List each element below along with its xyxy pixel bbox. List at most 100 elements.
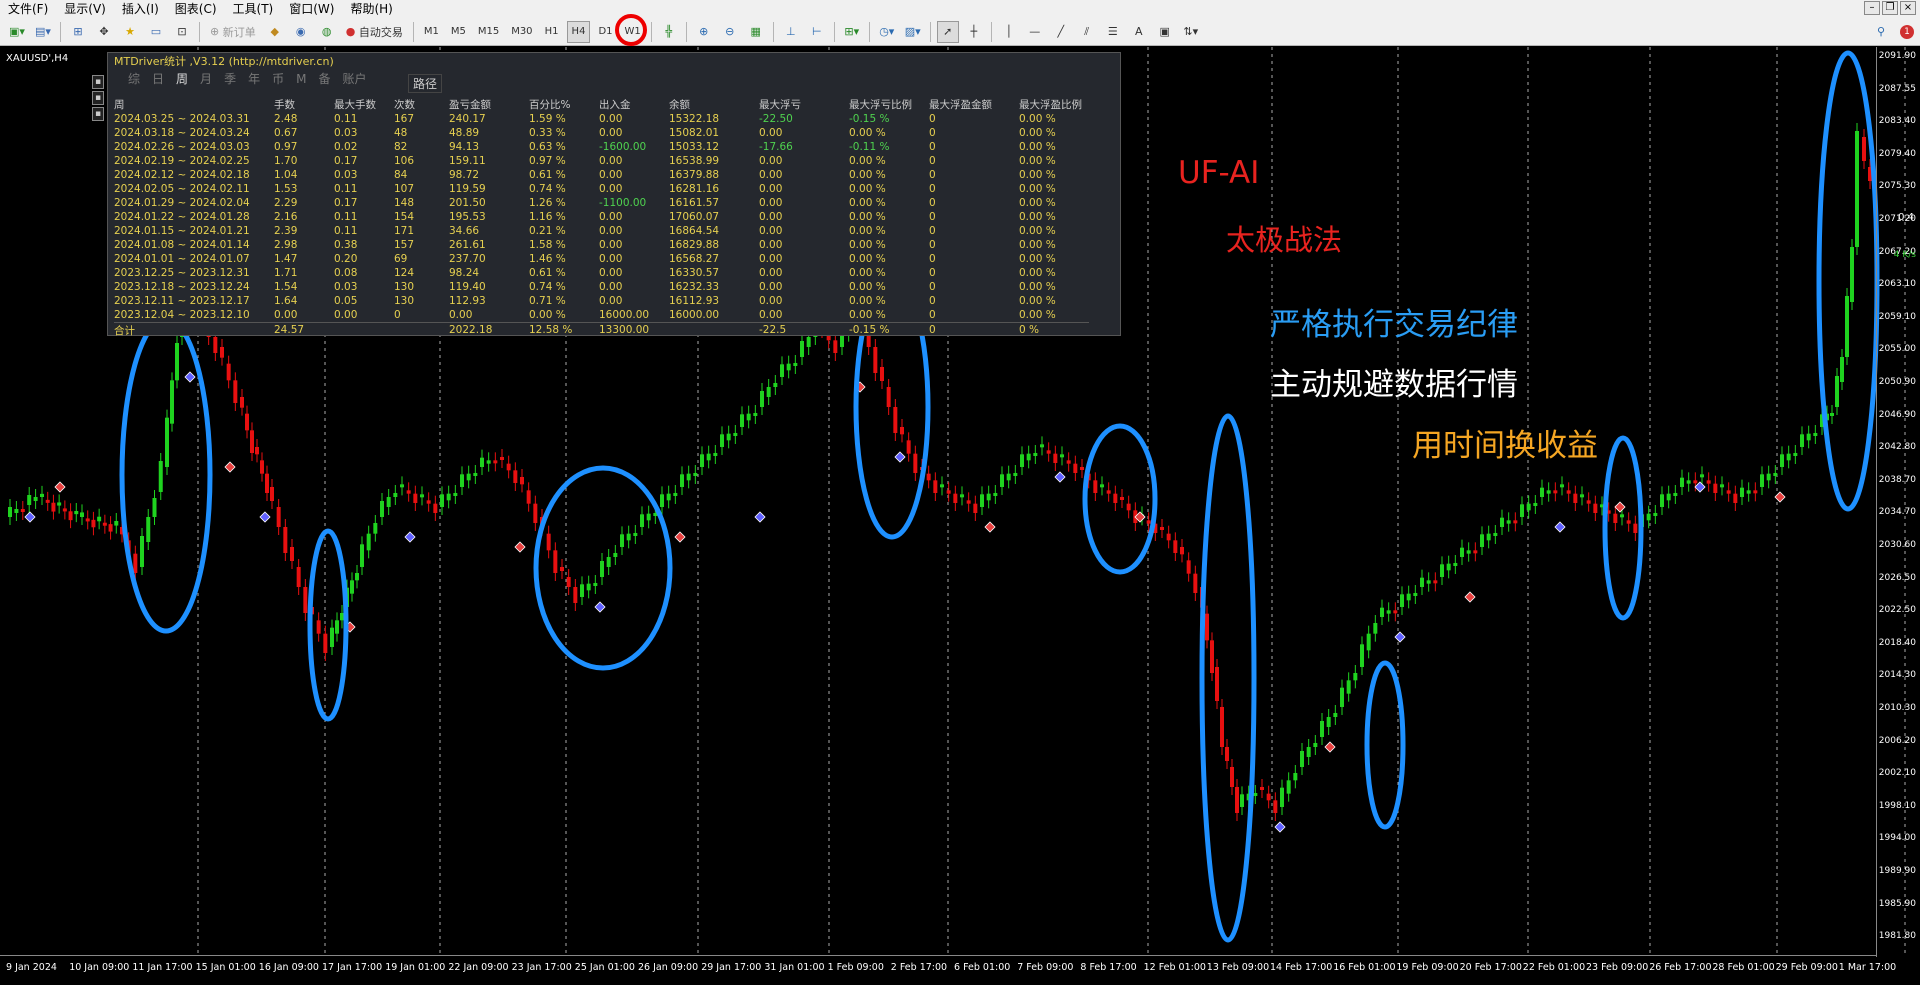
terminal-button[interactable]: ▭ (145, 21, 167, 43)
tile-windows-button[interactable]: ▦ (745, 21, 767, 43)
table-cell: 0.00 (599, 239, 623, 251)
notifications-button[interactable]: 1 (1896, 21, 1918, 43)
globe-icon: ◍ (321, 25, 332, 38)
tab-note[interactable]: 备 (318, 70, 330, 88)
menu-help[interactable]: 帮助(H) (342, 0, 400, 18)
minimize-button[interactable]: – (1864, 1, 1880, 15)
tf-m5-button[interactable]: M5 (447, 21, 470, 43)
collapse-panel-button[interactable]: ▪ (92, 75, 104, 89)
chart-shift-button[interactable]: ╬ (658, 21, 680, 43)
zoom-in-button[interactable]: ⊕ (693, 21, 715, 43)
close-button[interactable]: × (1900, 1, 1916, 15)
tab-magic[interactable]: M (296, 70, 306, 88)
new-order-button[interactable]: ⊕ 新订单 (206, 21, 260, 43)
price-tick-label: 2018.40 (1878, 637, 1916, 648)
menu-file[interactable]: 文件(F) (0, 0, 56, 18)
tf-m15-button[interactable]: M15 (474, 21, 503, 43)
candle-body (1855, 131, 1859, 247)
chart-symbol-label: XAUUSD',H4 (6, 53, 69, 64)
restore-button[interactable]: ❐ (1882, 1, 1898, 15)
candle-body (114, 521, 119, 526)
candle-body (1726, 490, 1731, 494)
tab-week[interactable]: 周 (176, 70, 188, 88)
time-tick-label: 23 Feb 09:00 (1586, 962, 1649, 973)
zoom-out-button[interactable]: ⊖ (719, 21, 741, 43)
tf-m30-button[interactable]: M30 (507, 21, 536, 43)
table-cell: 0.00 (599, 113, 623, 125)
data-window-button[interactable]: ✥ (93, 21, 115, 43)
table-cell: 13300.00 (599, 321, 669, 338)
candle-body (586, 583, 591, 591)
crosshair-button[interactable]: ┼ (963, 21, 985, 43)
table-cell: 0.00 (759, 267, 783, 279)
tab-quarter[interactable]: 季 (224, 70, 236, 88)
terminal-icon: ▭ (150, 25, 162, 38)
candle-body (1113, 493, 1118, 503)
time-tick-label: 22 Jan 09:00 (448, 962, 509, 973)
tab-month[interactable]: 月 (200, 70, 212, 88)
vps-button[interactable]: ◍ (316, 21, 338, 43)
tf-h1-button[interactable]: H1 (541, 21, 563, 43)
trendline-button[interactable]: ╱ (1050, 21, 1072, 43)
tab-currency[interactable]: 币 (272, 70, 284, 88)
table-cell: 0.17 (334, 197, 358, 209)
arrows-button[interactable]: ⇅▾ (1180, 21, 1202, 43)
text-tool-button[interactable]: A (1128, 21, 1150, 43)
market-watch-icon: ⊞ (73, 25, 83, 38)
candle-body (1453, 563, 1458, 566)
tf-d1-button[interactable]: D1 (594, 21, 616, 43)
candle-body (1813, 433, 1818, 436)
templates-button[interactable]: ▨▾ (902, 21, 924, 43)
toolbar-divider (685, 21, 687, 42)
fibonacci-button[interactable]: ☰ (1102, 21, 1124, 43)
navigator-button[interactable]: ★ (119, 21, 141, 43)
candle-body (1733, 493, 1738, 503)
tf-h4-button[interactable]: H4 (566, 20, 591, 43)
table-cell: -22.50 (759, 113, 793, 125)
candle-body (1473, 550, 1478, 554)
tab-overall[interactable]: 综 (128, 70, 140, 88)
table-cell: 1.53 (274, 183, 298, 195)
price-tick-label: 2079.40 (1878, 148, 1916, 159)
table-cell: 98.72 (449, 169, 480, 181)
text-label-button[interactable]: ▣ (1154, 21, 1176, 43)
auto-trading-button[interactable]: ● 自动交易 (342, 21, 407, 43)
table-cell: 1.46 % (529, 253, 566, 265)
horizontal-line-button[interactable]: — (1024, 21, 1046, 43)
market-watch-button[interactable]: ⊞ (67, 21, 89, 43)
vertical-line-button[interactable]: │ (998, 21, 1020, 43)
autoscroll-button[interactable]: ⊥ (780, 21, 802, 43)
menu-view[interactable]: 显示(V) (56, 0, 114, 18)
table-cell: 2024.03.18 ~ 2024.03.24 (114, 127, 250, 139)
strategy-tester-button[interactable]: ⊡ (171, 21, 193, 43)
chart-end-button[interactable]: ⊢ (806, 21, 828, 43)
menu-tools[interactable]: 工具(T) (225, 0, 282, 18)
tab-account[interactable]: 账户 (342, 70, 366, 88)
refresh-panel-button[interactable]: ▪ (92, 107, 104, 121)
tab-day[interactable]: 日 (152, 70, 164, 88)
indicators-button[interactable]: ⊞▾ (841, 21, 863, 43)
cursor-button[interactable]: ➚ (936, 20, 959, 43)
periods-button[interactable]: ◷▾ (876, 21, 898, 43)
tab-year[interactable]: 年 (248, 70, 260, 88)
table-cell: -0.11 % (849, 141, 890, 153)
profiles-button[interactable]: ▤▾ (32, 21, 54, 43)
menu-charts[interactable]: 图表(C) (167, 0, 225, 18)
table-row: 2024.03.18 ~ 2024.03.24 0.67 0.03 48 48.89 0.… (114, 126, 1089, 140)
search-button[interactable]: ⚲ (1870, 21, 1892, 43)
candle-body (480, 457, 484, 467)
signals-button[interactable]: ◉ (290, 21, 312, 43)
table-cell: 16864.54 (669, 225, 720, 237)
path-button[interactable]: 路径 (408, 74, 443, 93)
menu-insert[interactable]: 插入(I) (114, 0, 167, 18)
config-panel-button[interactable]: ▪ (92, 91, 104, 105)
table-cell: 0.00 (599, 155, 623, 167)
metaeditor-button[interactable]: ◆ (264, 21, 286, 43)
new-chart-button[interactable]: ▣▾ (6, 21, 28, 43)
tf-m1-button[interactable]: M1 (420, 21, 443, 43)
table-cell: 0.00 (334, 308, 358, 321)
menu-window[interactable]: 窗口(W) (281, 0, 342, 18)
trade-marker (1054, 471, 1066, 483)
toolbar-divider (833, 21, 835, 42)
equidistant-channel-button[interactable]: ⫽ (1076, 21, 1098, 43)
